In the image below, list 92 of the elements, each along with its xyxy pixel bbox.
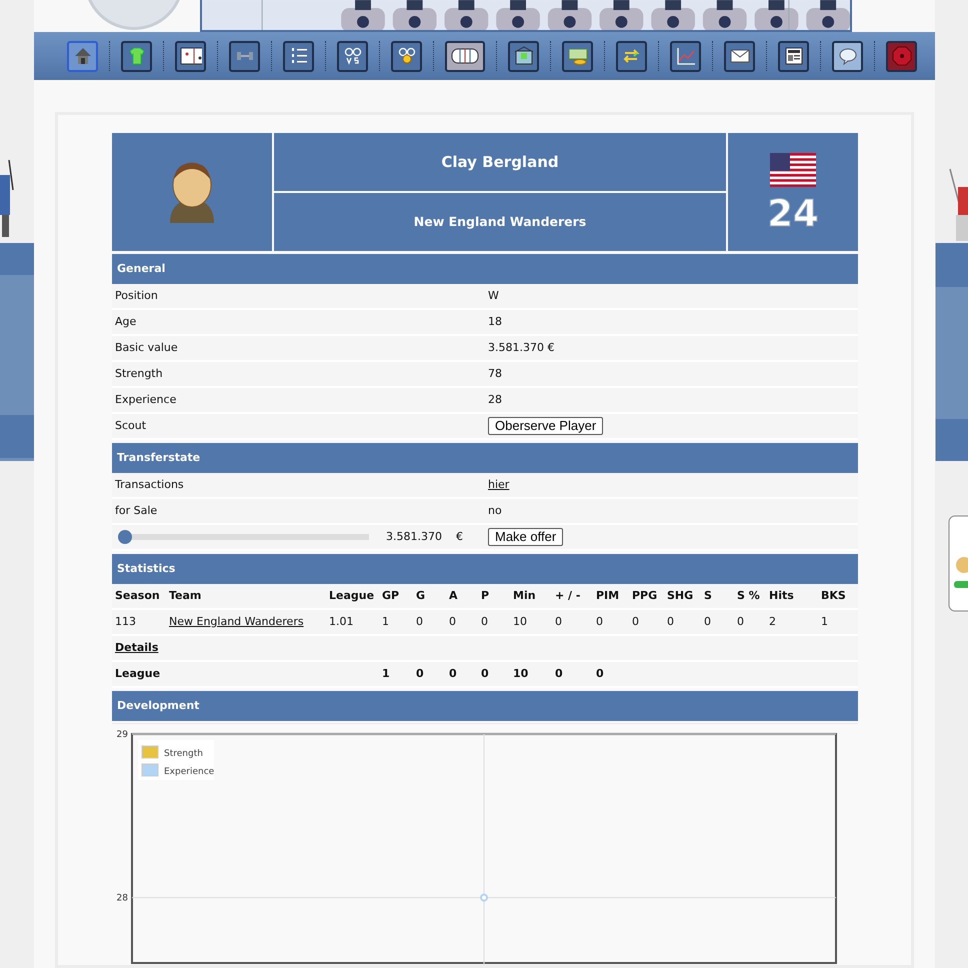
data-point	[480, 894, 488, 902]
row-value: no	[488, 502, 502, 519]
slider-thumb[interactable]	[118, 530, 132, 544]
line-chart-icon	[674, 45, 696, 67]
table-cell: 10	[510, 610, 552, 636]
table-cell: 0	[734, 610, 766, 636]
table-cell: 0	[629, 610, 664, 636]
column-header: GP	[379, 584, 413, 610]
column-header: S %	[734, 584, 766, 610]
nav-button[interactable]	[175, 40, 206, 72]
nav-button[interactable]	[562, 40, 593, 72]
nav-button[interactable]	[121, 40, 152, 72]
column-header: Team	[166, 584, 326, 610]
row-label: Scout	[114, 418, 148, 434]
player-name: Clay Bergland	[441, 152, 559, 173]
table-cell: 0	[552, 662, 593, 688]
team-name: New England Wanderers	[414, 212, 586, 231]
column-header: Min	[510, 584, 552, 610]
column-header: Season	[112, 584, 166, 610]
column-header: + / -	[552, 584, 593, 610]
nav-button[interactable]	[616, 40, 647, 72]
table-cell: 1.01	[326, 610, 379, 636]
nav-button[interactable]	[508, 40, 539, 72]
row-value: W	[488, 288, 499, 304]
table-cell: 1	[379, 610, 413, 636]
table-cell: 0	[446, 610, 478, 636]
table-cell: 0	[593, 662, 629, 688]
table-cell: 10	[510, 662, 552, 688]
nav-button[interactable]	[391, 40, 422, 72]
table-cell: 0	[593, 610, 629, 636]
column-header: P	[478, 584, 510, 610]
row-label: Basic value	[114, 340, 179, 356]
row-value: 28	[488, 392, 502, 408]
axis-tick-label: 29	[116, 730, 128, 740]
nav-button[interactable]	[778, 40, 809, 72]
row-label: Position	[114, 288, 159, 304]
section-header: Development	[112, 691, 858, 721]
stop-icon	[890, 45, 912, 67]
observe-button[interactable]: Oberserve Player	[488, 417, 604, 435]
offer-amount: 3.581.370	[386, 528, 442, 545]
flag-icon	[770, 152, 816, 186]
column-header: SHG	[664, 584, 701, 610]
jersey-number: 24	[767, 194, 819, 232]
table-cell: 0	[446, 662, 478, 688]
column-header: PPG	[629, 584, 664, 610]
shop-icon	[512, 45, 534, 67]
column-header: Hits	[766, 584, 818, 610]
table-cell: 113	[112, 610, 166, 636]
currency-label: €	[456, 528, 463, 545]
table-cell: 0	[478, 662, 510, 688]
newspaper-icon	[782, 45, 804, 67]
legend-label: Strength	[164, 749, 203, 759]
row-label: Transactions	[114, 476, 185, 493]
row-label: Strength	[114, 366, 164, 382]
column-header: League	[326, 584, 379, 610]
nav-button[interactable]	[283, 40, 314, 72]
row-value: 78	[488, 366, 502, 382]
axis-tick-label: 28	[116, 894, 128, 904]
nav-button[interactable]	[670, 40, 701, 72]
table-cell: 0	[478, 610, 510, 636]
table-cell: 1	[818, 610, 858, 636]
table-cell: League	[112, 662, 379, 688]
tactics-board-icon	[180, 45, 202, 67]
nav-button[interactable]	[724, 40, 755, 72]
table-cell: 0	[701, 610, 734, 636]
row-label: for Sale	[114, 502, 158, 519]
legend-label: Experience	[164, 767, 214, 777]
table-cell: 0	[552, 610, 593, 636]
column-header: PIM	[593, 584, 629, 610]
section-header: Statistics	[112, 554, 858, 584]
team-link[interactable]: New England Wanderers	[169, 614, 304, 630]
row-value: 18	[488, 314, 502, 330]
make-offer-button[interactable]: Make offer	[488, 528, 564, 546]
column-header: BKS	[818, 584, 858, 610]
nav-button[interactable]	[337, 40, 368, 72]
table-cell: 0	[413, 610, 446, 636]
row-label: Experience	[114, 392, 178, 408]
row-value: 3.581.370 €	[488, 340, 554, 356]
section-header: General	[112, 254, 858, 284]
details-link[interactable]: Details	[115, 640, 158, 656]
nav-button[interactable]	[445, 40, 485, 72]
column-header: A	[446, 584, 478, 610]
table-cell: 0	[413, 662, 446, 688]
nav-button[interactable]	[832, 40, 863, 72]
section-header: Transferstate	[112, 443, 858, 473]
transactions-link[interactable]: hier	[488, 476, 510, 494]
table-cell: 0	[664, 610, 701, 636]
table-cell: 1	[379, 662, 413, 688]
column-header: G	[413, 584, 446, 610]
table-cell: 2	[766, 610, 818, 636]
column-header: S	[701, 584, 734, 610]
row-label: Age	[114, 314, 138, 330]
